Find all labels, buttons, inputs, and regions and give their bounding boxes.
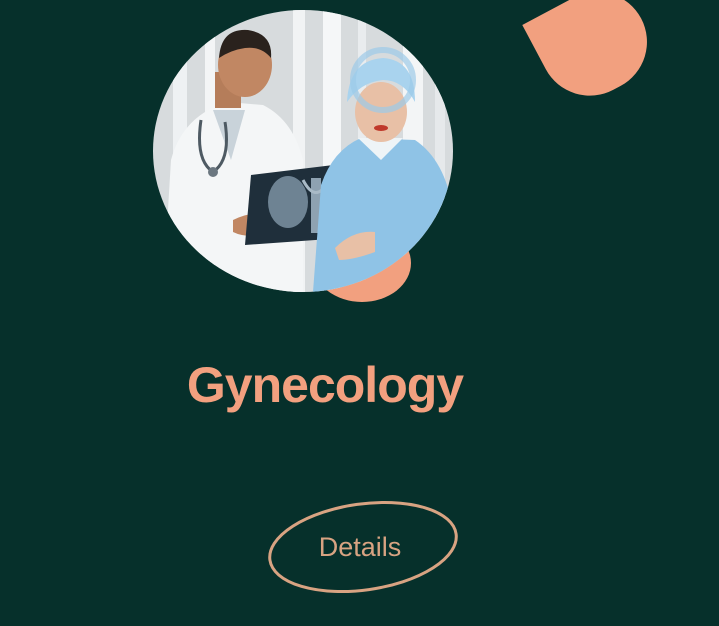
- service-card: Gynecology Details: [0, 0, 719, 626]
- service-photo: [153, 10, 453, 292]
- details-button[interactable]: Details: [266, 498, 462, 596]
- decorative-blob-top: [522, 0, 665, 114]
- doctors-photo-illustration: [153, 10, 453, 292]
- details-button-label: Details: [318, 532, 402, 562]
- service-title: Gynecology: [186, 357, 464, 413]
